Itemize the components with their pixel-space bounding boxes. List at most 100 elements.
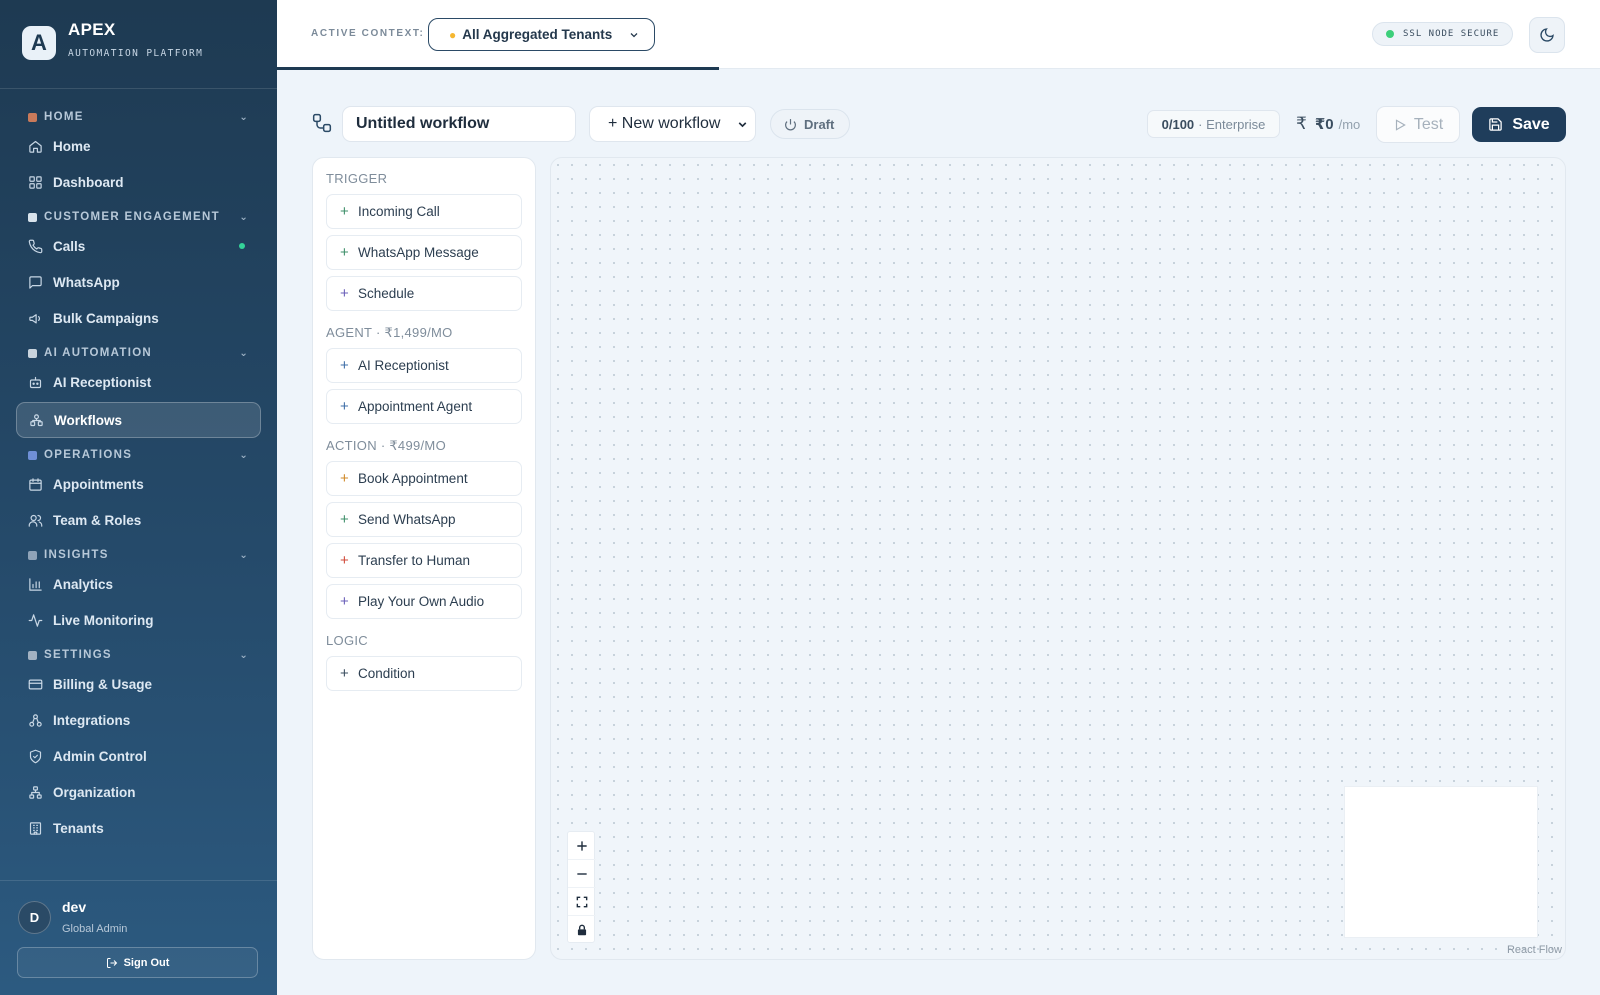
brand-logo: A <box>22 26 56 60</box>
section-icon <box>28 550 37 560</box>
sign-out-button[interactable]: Sign Out <box>17 947 258 978</box>
plus-icon: + <box>340 398 349 415</box>
credit-card-icon <box>28 679 42 689</box>
section-operations[interactable]: OPERATIONS ⌄ <box>0 444 277 466</box>
section-customer-engagement[interactable]: CUSTOMER ENGAGEMENT ⌄ <box>0 206 277 228</box>
plus-icon: + <box>340 593 349 610</box>
palette-item-whatsapp-message[interactable]: + WhatsApp Message <box>326 235 522 270</box>
sidebar-item-calls[interactable]: Calls <box>0 228 277 264</box>
avatar[interactable]: D <box>18 901 51 934</box>
section-settings[interactable]: SETTINGS ⌄ <box>0 644 277 666</box>
sidebar-item-tenants[interactable]: Tenants <box>0 810 277 846</box>
chevron-down-icon: ⌄ <box>239 549 249 561</box>
palette-item-label: Incoming Call <box>358 204 440 219</box>
palette-item-label: Send WhatsApp <box>358 512 456 527</box>
palette-item-send-whatsapp[interactable]: + Send WhatsApp <box>326 502 522 537</box>
palette-item-transfer-to-human[interactable]: + Transfer to Human <box>326 543 522 578</box>
topbar: ACTIVE CONTEXT: ● All Aggregated Tenants… <box>277 0 1600 70</box>
section-label: HOME <box>44 111 84 123</box>
palette-heading: ACTION · ₹499/MO <box>326 438 446 453</box>
chevron-down-icon <box>630 32 638 37</box>
section-icon <box>28 348 37 358</box>
sidebar-item-billing-usage[interactable]: Billing & Usage <box>0 666 277 702</box>
workflow-icon <box>29 413 43 426</box>
building-icon <box>29 821 41 835</box>
sidebar-item-integrations[interactable]: Integrations <box>0 702 277 738</box>
workflow-canvas[interactable]: React Flow <box>550 157 1566 960</box>
palette-item-label: Transfer to Human <box>358 553 471 568</box>
sidebar-item-bulk-campaigns[interactable]: Bulk Campaigns <box>0 300 277 336</box>
plus-icon: + <box>340 285 349 302</box>
test-label: Test <box>1413 115 1444 133</box>
new-workflow-select[interactable]: + New workflow <box>589 106 756 142</box>
user-block: D dev Global Admin Sign Out <box>0 880 277 995</box>
sidebar-item-analytics[interactable]: Analytics <box>0 566 277 602</box>
lock-button[interactable] <box>568 916 596 944</box>
sidebar-item-live-monitoring[interactable]: Live Monitoring <box>0 602 277 638</box>
status-dot <box>239 243 245 249</box>
sidebar-item-label: Live Monitoring <box>53 612 154 628</box>
minimap[interactable] <box>1344 786 1538 938</box>
message-icon <box>28 275 42 289</box>
zoom-in-button[interactable] <box>568 832 596 860</box>
rupee-icon: ₹ <box>1296 114 1307 133</box>
sidebar-item-appointments[interactable]: Appointments <box>0 466 277 502</box>
zoom-out-button[interactable] <box>568 860 596 888</box>
plus-icon: + <box>340 244 349 261</box>
chevron-down-icon: ⌄ <box>239 111 249 123</box>
sidebar-item-whatsapp[interactable]: WhatsApp <box>0 264 277 300</box>
section-ai-automation[interactable]: AI AUTOMATION ⌄ <box>0 342 277 364</box>
sidebar-item-label: WhatsApp <box>53 274 120 290</box>
draft-status-badge: Draft <box>770 109 850 139</box>
power-icon <box>785 118 796 130</box>
save-button[interactable]: Save <box>1472 107 1566 142</box>
sidebar-item-admin-control[interactable]: Admin Control <box>0 738 277 774</box>
activity-icon <box>28 613 42 627</box>
palette-item-label: Book Appointment <box>358 471 468 486</box>
play-icon <box>1395 118 1406 131</box>
palette-item-incoming-call[interactable]: + Incoming Call <box>326 194 522 229</box>
sidebar-item-organization[interactable]: Organization <box>0 774 277 810</box>
test-button[interactable]: Test <box>1376 106 1460 143</box>
palette-item-appointment-agent[interactable]: + Appointment Agent <box>326 389 522 424</box>
palette-item-label: Play Your Own Audio <box>358 594 485 609</box>
context-select[interactable]: ● All Aggregated Tenants <box>428 18 655 51</box>
brand-name: APEX <box>68 20 116 39</box>
chevron-down-icon: ⌄ <box>239 347 249 359</box>
palette-item-ai-receptionist[interactable]: + AI Receptionist <box>326 348 522 383</box>
palette-heading: TRIGGER <box>326 171 388 186</box>
plus-icon: + <box>340 552 349 569</box>
quota-plan: · Enterprise <box>1198 116 1266 132</box>
sidebar-item-label: Analytics <box>53 576 114 592</box>
theme-toggle-button[interactable] <box>1529 17 1565 53</box>
sidebar-item-label: Home <box>53 138 91 154</box>
plus-icon: + <box>340 357 349 374</box>
brand[interactable]: A APEX AUTOMATION PLATFORM <box>22 20 203 60</box>
sidebar: A APEX AUTOMATION PLATFORM HOME ⌄ Home Dash… <box>0 0 277 995</box>
palette-item-label: AI Receptionist <box>358 358 449 373</box>
section-home[interactable]: HOME ⌄ <box>0 106 277 128</box>
section-label: CUSTOMER ENGAGEMENT <box>44 211 220 223</box>
cost-amount: ₹0 <box>1314 116 1334 133</box>
sidebar-item-workflows[interactable]: Workflows <box>16 402 261 438</box>
sidebar-item-label: Organization <box>53 784 136 800</box>
palette-item-schedule[interactable]: + Schedule <box>326 276 522 311</box>
logout-icon <box>106 957 117 968</box>
react-flow-attribution[interactable]: React Flow <box>1507 944 1562 956</box>
quota-badge: 0/100 · Enterprise <box>1147 110 1280 138</box>
palette-item-condition[interactable]: + Condition <box>326 656 522 691</box>
node-palette: TRIGGER + Incoming Call + WhatsApp Message + S… <box>312 157 536 960</box>
context-value: All Aggregated Tenants <box>462 27 613 42</box>
fit-view-button[interactable] <box>568 888 596 916</box>
workflow-name-input[interactable]: Untitled workflow <box>342 106 576 142</box>
org-icon <box>28 785 42 799</box>
palette-item-play-your-own-audio[interactable]: + Play Your Own Audio <box>326 584 522 619</box>
sidebar-item-dashboard[interactable]: Dashboard <box>0 164 277 200</box>
sidebar-item-home[interactable]: Home <box>0 128 277 164</box>
palette-item-book-appointment[interactable]: + Book Appointment <box>326 461 522 496</box>
sidebar-item-label: Integrations <box>53 712 131 728</box>
sidebar-item-team-roles[interactable]: Team & Roles <box>0 502 277 538</box>
sidebar-item-ai-receptionist[interactable]: AI Receptionist <box>0 364 277 400</box>
home-icon <box>28 140 42 153</box>
section-insights[interactable]: INSIGHTS ⌄ <box>0 544 277 566</box>
